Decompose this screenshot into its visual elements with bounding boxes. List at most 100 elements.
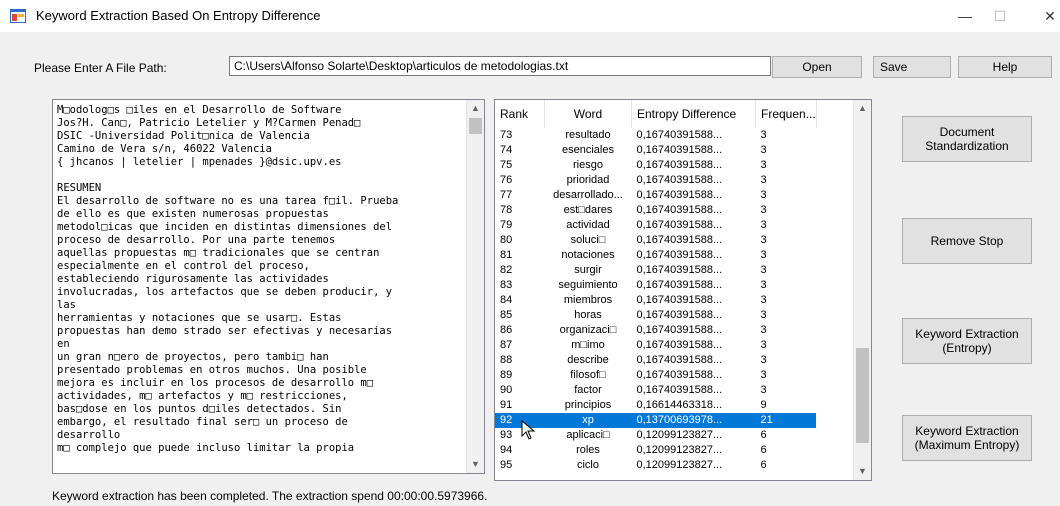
cell-frequency: 3 — [760, 309, 767, 321]
cell-frequency: 3 — [760, 249, 767, 261]
keyword-extraction-maximum-entropy-button[interactable]: Keyword Extraction (Maximum Entropy) — [902, 415, 1032, 461]
cell-frequency: 3 — [760, 204, 767, 216]
cell-entropy: 0,16740391588... — [636, 174, 723, 186]
table-row[interactable]: 74 esenciales 0,16740391588... 3 — [495, 143, 816, 158]
table-row[interactable]: 81 notaciones 0,16740391588... 3 — [495, 248, 816, 263]
scroll-up-icon[interactable]: ▲ — [467, 100, 484, 117]
cell-word: prioridad — [566, 174, 610, 186]
cell-word: desarrollado... — [553, 189, 623, 201]
table-row[interactable]: 75 riesgo 0,16740391588... 3 — [495, 158, 816, 173]
column-header-word[interactable]: Word — [544, 100, 632, 128]
cell-word: filosof□ — [570, 369, 606, 381]
cell-frequency: 3 — [760, 234, 767, 246]
table-row[interactable]: 77 desarrollado... 0,16740391588... 3 — [495, 188, 816, 203]
cell-entropy: 0,16740391588... — [636, 129, 723, 141]
cell-word: describe — [567, 354, 609, 366]
cell-frequency: 3 — [760, 369, 767, 381]
cell-word: principios — [564, 399, 612, 411]
scroll-thumb[interactable] — [856, 348, 869, 443]
table-row[interactable]: 89 filosof□ 0,16740391588... 3 — [495, 368, 816, 383]
cell-entropy: 0,16740391588... — [636, 159, 723, 171]
cell-frequency: 6 — [760, 429, 767, 441]
table-row[interactable]: 92 xp 0,13700693978... 21 — [495, 413, 817, 428]
minimize-button[interactable]: — — [945, 4, 985, 28]
table-row[interactable]: 86 organizaci□ 0,16740391588... 3 — [495, 323, 816, 338]
scroll-thumb[interactable] — [469, 118, 482, 134]
table-row[interactable]: 78 est□dares 0,16740391588... 3 — [495, 203, 816, 218]
table-row[interactable]: 93 aplicaci□ 0,12099123827... 6 — [495, 428, 816, 443]
column-header-rank[interactable]: Rank — [495, 100, 545, 128]
cell-word: resultado — [565, 129, 611, 141]
cell-entropy: 0,16740391588... — [636, 354, 723, 366]
save-button[interactable]: Save — [873, 56, 951, 78]
cell-frequency: 3 — [760, 354, 767, 366]
cell-rank: 82 — [500, 264, 513, 276]
cell-entropy: 0,12099123827... — [636, 459, 723, 471]
table-row[interactable]: 88 describe 0,16740391588... 3 — [495, 353, 816, 368]
cell-rank: 74 — [500, 144, 513, 156]
cell-entropy: 0,16740391588... — [636, 204, 723, 216]
cell-entropy: 0,16740391588... — [636, 264, 723, 276]
table-row[interactable]: 84 miembros 0,16740391588... 3 — [495, 293, 816, 308]
column-header-entropy[interactable]: Entropy Difference — [631, 100, 756, 128]
cell-frequency: 9 — [760, 399, 767, 411]
table-row[interactable]: 95 ciclo 0,12099123827... 6 — [495, 458, 816, 473]
cell-word: actividad — [566, 219, 610, 231]
cell-entropy: 0,16740391588... — [636, 249, 723, 261]
table-row[interactable]: 79 actividad 0,16740391588... 3 — [495, 218, 816, 233]
cell-rank: 88 — [500, 354, 513, 366]
table-row[interactable]: 87 m□imo 0,16740391588... 3 — [495, 338, 816, 353]
table-body: 73 resultado 0,16740391588... 3 74 esenciales… — [495, 128, 817, 473]
cell-frequency: 3 — [760, 384, 767, 396]
cell-entropy: 0,16740391588... — [636, 339, 723, 351]
title-bar: Keyword Extraction Based On Entropy Diff… — [0, 0, 1060, 32]
cell-entropy: 0,16740391588... — [636, 324, 723, 336]
table-row[interactable]: 82 surgir 0,16740391588... 3 — [495, 263, 816, 278]
table-row[interactable]: 94 roles 0,12099123827... 6 — [495, 443, 816, 458]
file-path-input[interactable]: C:\Users\Alfonso Solarte\Desktop\articul… — [229, 56, 771, 76]
table-row[interactable]: 85 horas 0,16740391588... 3 — [495, 308, 816, 323]
table-row[interactable]: 80 soluci□ 0,16740391588... 3 — [495, 233, 816, 248]
remove-stop-button[interactable]: Remove Stop — [902, 218, 1032, 264]
cell-entropy: 0,16740391588... — [636, 309, 723, 321]
scroll-down-icon[interactable]: ▼ — [467, 456, 484, 473]
document-scrollbar[interactable]: ▲ ▼ — [466, 100, 484, 473]
cell-entropy: 0,16740391588... — [636, 384, 723, 396]
keyword-extraction-entropy-button[interactable]: Keyword Extraction (Entropy) — [902, 318, 1032, 364]
help-button[interactable]: Help — [958, 56, 1052, 78]
close-button[interactable]: ✕ — [1030, 4, 1060, 28]
maximize-button[interactable]: ☐ — [980, 4, 1020, 28]
table-row[interactable]: 90 factor 0,16740391588... 3 — [495, 383, 816, 398]
open-button[interactable]: Open — [772, 56, 862, 78]
cell-entropy: 0,16740391588... — [636, 279, 723, 291]
cell-rank: 77 — [500, 189, 513, 201]
scroll-down-icon[interactable]: ▼ — [854, 463, 871, 480]
cell-rank: 85 — [500, 309, 513, 321]
document-standardization-button[interactable]: Document Standardization — [902, 116, 1032, 162]
cell-frequency: 3 — [760, 294, 767, 306]
table-scrollbar[interactable]: ▲ ▼ — [853, 100, 871, 480]
cell-entropy: 0,16740391588... — [636, 294, 723, 306]
status-text: Keyword extraction has been completed. T… — [52, 489, 488, 503]
scroll-up-icon[interactable]: ▲ — [854, 100, 871, 117]
column-header-frequency[interactable]: Frequen... — [755, 100, 817, 128]
table-row[interactable]: 76 prioridad 0,16740391588... 3 — [495, 173, 816, 188]
cell-frequency: 3 — [760, 324, 767, 336]
cell-word: soluci□ — [570, 234, 606, 246]
cell-word: riesgo — [573, 159, 603, 171]
cell-frequency: 3 — [760, 189, 767, 201]
cell-frequency: 3 — [760, 264, 767, 276]
table-row[interactable]: 91 principios 0,16614463318... 9 — [495, 398, 816, 413]
cell-frequency: 3 — [760, 219, 767, 231]
document-textbox[interactable]: M□odolog□s □iles en el Desarrollo de Sof… — [52, 99, 485, 474]
cell-entropy: 0,16740391588... — [636, 369, 723, 381]
cell-frequency: 6 — [760, 459, 767, 471]
cell-word: est□dares — [563, 204, 613, 216]
table-row[interactable]: 83 seguimiento 0,16740391588... 3 — [495, 278, 816, 293]
cell-rank: 78 — [500, 204, 513, 216]
cell-frequency: 3 — [760, 159, 767, 171]
keyword-table[interactable]: Rank Word Entropy Difference Frequen... … — [494, 99, 872, 481]
file-path-label: Please Enter A File Path: — [34, 61, 167, 75]
table-row[interactable]: 73 resultado 0,16740391588... 3 — [495, 128, 816, 143]
cell-frequency: 6 — [760, 444, 767, 456]
